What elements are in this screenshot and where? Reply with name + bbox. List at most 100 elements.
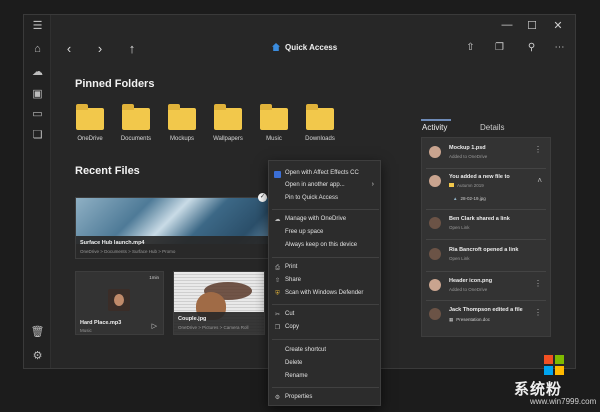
back-arrow-icon[interactable]: ‹ [62, 41, 76, 56]
folder-label: Downloads [305, 136, 335, 142]
recent-file-video[interactable]: Surface Hub launch.mp4 OneDrive > Docume… [75, 197, 287, 259]
duration-badge: 1min [149, 275, 159, 280]
activity-link[interactable]: Open Link [449, 225, 470, 230]
menu-item-properties[interactable]: Properties [285, 394, 312, 400]
shield-icon: ⛨ [275, 291, 280, 297]
breadcrumb: Quick Access [272, 43, 337, 52]
avatar [429, 308, 441, 320]
divider [426, 168, 546, 169]
tab-details[interactable]: Details [480, 123, 504, 132]
menu-item-delete[interactable]: Delete [285, 360, 302, 366]
file-info-bar: Surface Hub launch.mp4 OneDrive > Docume… [76, 236, 286, 258]
context-menu: Open with Affect Effects CC Open in anot… [268, 160, 381, 406]
folder-wallpapers[interactable]: Wallpapers [213, 104, 243, 142]
watermark-text: 系统粉 [514, 381, 563, 398]
avatar [429, 248, 441, 260]
menu-separator [272, 257, 379, 258]
recent-file-music[interactable]: 1min Hard Place.mp3 Music ▷ [75, 271, 164, 335]
maximize-button[interactable]: ☐ [524, 19, 540, 32]
chevron-right-icon: › [371, 181, 374, 188]
folder-downloads[interactable]: Downloads [305, 104, 335, 142]
folder-documents[interactable]: Documents [121, 104, 151, 142]
scissors-icon: ✂ [274, 312, 281, 318]
folder-icon [168, 104, 196, 130]
forward-arrow-icon[interactable]: › [93, 41, 107, 56]
logo-square [544, 366, 553, 375]
menu-item-scan-defender[interactable]: Scan with Windows Defender [285, 290, 363, 296]
activity-title: Mockup 1.psd [449, 145, 486, 151]
recent-files-heading: Recent Files [75, 165, 140, 177]
document-icon: ▦ [449, 317, 454, 322]
search-icon[interactable]: ⚲ [526, 42, 537, 53]
watermark-logo [544, 355, 564, 375]
close-button[interactable]: ✕ [550, 19, 566, 32]
trash-icon[interactable]: 🗑 [30, 325, 45, 340]
file-info-bar: Couple.jpg OneDrive > Pictures > Camera … [174, 312, 264, 334]
navigation-rail: ☰ ⌂ ☁ ▣ ▭ ❏ 🗑 ⚙ [24, 15, 51, 368]
menu-separator [272, 387, 379, 388]
activity-title: Header icon.png [449, 278, 493, 284]
cloud-icon[interactable]: ☁ [30, 65, 45, 80]
folder-icon [306, 104, 334, 130]
home-icon [272, 43, 280, 51]
menu-item-open-another-app[interactable]: Open in another app... [285, 182, 345, 188]
more-icon[interactable]: ⋯ [554, 42, 565, 53]
menu-item-open-with[interactable]: Open with Affect Effects CC [285, 170, 359, 176]
menu-item-print[interactable]: Print [285, 264, 297, 270]
menu-item-copy[interactable]: Copy [285, 324, 299, 330]
pc-icon[interactable]: ▣ [30, 87, 45, 102]
file-path: Music [80, 328, 92, 333]
more-icon[interactable]: ⋮ [534, 308, 542, 317]
menu-item-share[interactable]: Share [285, 277, 301, 283]
menu-item-manage-onedrive[interactable]: Manage with OneDrive [285, 216, 346, 222]
more-icon[interactable]: ⋮ [534, 145, 542, 154]
avatar [429, 146, 441, 158]
home-icon[interactable]: ⌂ [30, 42, 45, 57]
folder-mockups[interactable]: Mockups [167, 104, 197, 142]
avatar [429, 279, 441, 291]
photos-icon[interactable]: ❏ [30, 128, 45, 143]
divider [426, 239, 546, 240]
recent-file-photo[interactable]: Couple.jpg OneDrive > Pictures > Camera … [173, 271, 265, 335]
pinned-folders-heading: Pinned Folders [75, 78, 155, 90]
activity-file[interactable]: ▲ 28-02-19.jpg [453, 196, 486, 201]
up-arrow-icon[interactable]: ↑ [125, 41, 139, 56]
play-icon[interactable]: ▷ [152, 322, 157, 330]
activity-file-name: 28-02-19.jpg [460, 196, 486, 201]
drive-icon[interactable]: ▭ [30, 107, 45, 122]
folder-icon [260, 104, 288, 130]
copy-icon[interactable]: ❐ [494, 42, 505, 53]
share-icon[interactable]: ⇧ [465, 42, 476, 53]
divider [426, 271, 546, 272]
activity-panel: Mockup 1.psd Added to OneDrive ⋮ You add… [421, 137, 551, 337]
logo-square [555, 366, 564, 375]
more-icon[interactable]: ⋮ [534, 279, 542, 288]
menu-separator [272, 209, 379, 210]
menu-item-always-keep[interactable]: Always keep on this device [285, 242, 357, 248]
menu-item-cut[interactable]: Cut [285, 311, 294, 317]
menu-item-pin-quick-access[interactable]: Pin to Quick Access [285, 195, 338, 201]
active-tab-indicator [421, 119, 451, 121]
activity-file-name: Presentation.doc [456, 317, 491, 322]
activity-title: Ria Bancroft opened a link [449, 247, 519, 253]
menu-separator [272, 304, 379, 305]
chevron-up-icon[interactable]: ˄ [537, 176, 542, 185]
menu-item-rename[interactable]: Rename [285, 373, 308, 379]
print-icon: ⎙ [275, 265, 280, 271]
file-path: OneDrive > Documents > Surface Hub > Pro… [80, 249, 176, 254]
menu-separator [272, 339, 379, 340]
tab-activity[interactable]: Activity [422, 123, 447, 132]
divider [426, 300, 546, 301]
activity-file[interactable]: ▦ Presentation.doc [449, 317, 490, 323]
folder-icon [122, 104, 150, 130]
activity-link[interactable]: Open Link [449, 256, 470, 261]
folder-onedrive[interactable]: OneDrive [75, 104, 105, 142]
folder-music[interactable]: Music [259, 104, 289, 142]
settings-icon[interactable]: ⚙ [30, 349, 45, 364]
folder-icon [449, 183, 454, 187]
minimize-button[interactable]: — [499, 19, 515, 31]
menu-item-free-up-space[interactable]: Free up space [285, 229, 323, 235]
menu-item-create-shortcut[interactable]: Create shortcut [285, 347, 326, 353]
menu-icon[interactable]: ☰ [30, 19, 45, 34]
file-name: Surface Hub launch.mp4 [80, 240, 145, 246]
